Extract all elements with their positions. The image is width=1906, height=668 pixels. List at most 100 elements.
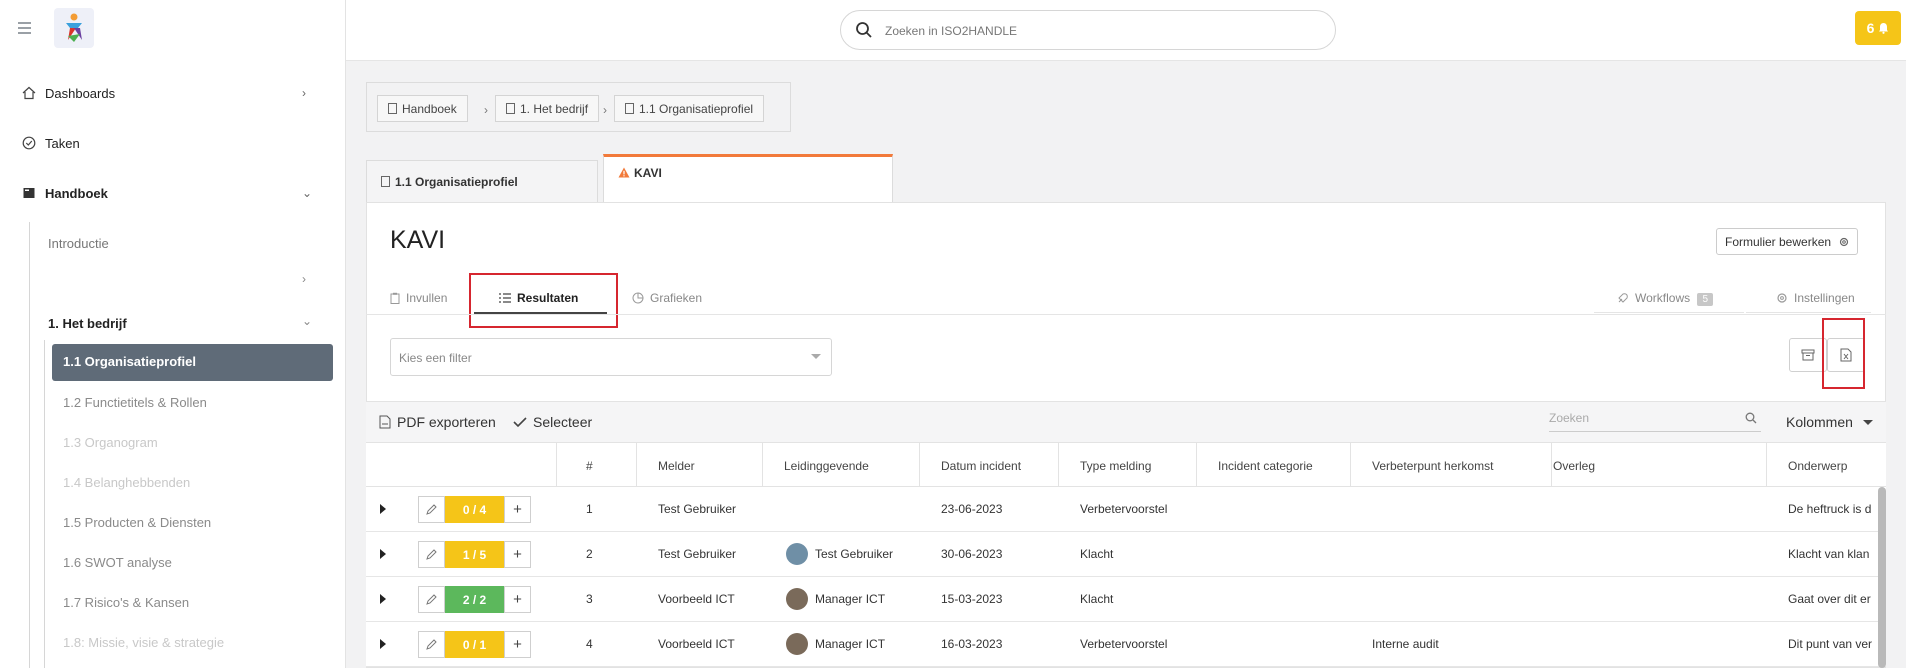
sidebar: Dashboards › Taken Handboek ⌄ Introducti… [0,0,346,668]
sidebar-subitem-belanghebbenden[interactable]: 1.4 Belanghebbenden [63,475,190,490]
column-header[interactable]: Datum incident [941,459,1021,473]
pdf-file-icon [379,415,391,429]
breadcrumb-label: 1.1 Organisatieprofiel [639,102,754,116]
check-circle-icon [22,136,36,150]
column-divider [636,443,637,487]
sidebar-item-dashboards[interactable]: Dashboards › [0,86,346,104]
pdf-export-button[interactable]: PDF exporteren [379,414,496,430]
sidebar-subitem-het-bedrijf[interactable]: 1. Het bedrijf [48,316,127,331]
expand-row-icon[interactable] [380,504,386,514]
bell-icon [1879,23,1889,34]
breadcrumb-item-het-bedrijf[interactable]: 1. Het bedrijf [495,95,600,122]
table-row[interactable]: 1 / 5 + 2 Test Gebruiker Test Gebruiker … [366,532,1886,577]
edit-button[interactable] [418,631,445,658]
tree-line [29,222,30,668]
filter-placeholder: Kies een filter [399,351,472,365]
column-header[interactable]: Leidinggevende [784,459,869,473]
add-button[interactable]: + [504,496,531,523]
button-label: Formulier bewerken [1725,235,1832,249]
table-search[interactable] [1549,404,1761,432]
notifications-button[interactable]: 6 [1855,11,1901,45]
column-header[interactable]: Onderwerp [1788,459,1847,473]
chevron-right-icon: › [484,103,488,117]
sidebar-subitem-organisatieprofiel[interactable]: 1.1 Organisatieprofiel [52,344,333,381]
column-header[interactable]: Incident categorie [1218,459,1313,473]
cell-onderwerp: Dit punt van ver [1788,637,1873,651]
workflows-count-badge: 5 [1697,293,1714,306]
search-input[interactable] [885,20,1305,42]
select-button[interactable]: Selecteer [513,414,592,430]
edit-button[interactable] [418,586,445,613]
doc-tab-organisatieprofiel[interactable]: 1.1 Organisatieprofiel [366,160,598,204]
edit-button[interactable] [418,496,445,523]
button-label: PDF exporteren [397,414,496,430]
doc-tab-label: 1.1 Organisatieprofiel [395,175,518,189]
breadcrumb-item-organisatieprofiel[interactable]: 1.1 Organisatieprofiel [614,95,765,122]
add-button[interactable]: + [504,586,531,613]
cell-type: Klacht [1080,592,1114,606]
columns-dropdown[interactable]: Kolommen [1786,414,1873,430]
button-label: Selecteer [533,414,593,430]
sidebar-item-handboek[interactable]: Handboek ⌄ [0,186,346,204]
cell-number: 4 [586,637,593,651]
sidebar-subitem-swot[interactable]: 1.6 SWOT analyse [63,555,172,570]
tab-instellingen[interactable]: Instellingen [1776,291,1855,305]
table-header: # Melder Leidinggevende Datum incident T… [366,443,1886,487]
chevron-down-icon[interactable]: ⌄ [302,314,312,328]
expand-row-icon[interactable] [380,549,386,559]
table-row[interactable]: 2 / 2 + 3 Voorbeeld ICT Manager ICT 15-0… [366,577,1886,622]
sidebar-subitem-functietitels[interactable]: 1.2 Functietitels & Rollen [63,395,207,410]
cell-datum: 23-06-2023 [941,502,1003,516]
caret-down-icon [811,354,821,359]
sidebar-subitem-producten[interactable]: 1.5 Producten & Diensten [63,515,211,530]
tab-grafieken[interactable]: Grafieken [632,291,702,305]
doc-tab-kavi[interactable]: KAVI [603,154,893,202]
column-header[interactable]: # [586,459,593,473]
column-header[interactable]: Type melding [1080,459,1151,473]
sidebar-subitem-introductie[interactable]: Introductie [48,236,109,251]
home-icon [22,86,36,100]
breadcrumb-item-handboek[interactable]: Handboek [377,95,468,122]
add-button[interactable]: + [504,541,531,568]
global-search[interactable] [840,10,1336,50]
table-row[interactable]: 0 / 4 + 1 Test Gebruiker 23-06-2023 Verb… [366,487,1886,532]
filter-select[interactable]: Kies een filter [390,338,832,376]
edit-form-button[interactable]: Formulier bewerken [1716,228,1858,255]
sidebar-subitem-risicos[interactable]: 1.7 Risico's & Kansen [63,595,189,610]
pencil-icon [426,639,437,650]
sidebar-item-taken[interactable]: Taken [0,136,346,154]
column-divider [1551,443,1552,487]
cell-type: Verbetervoorstel [1080,502,1168,516]
column-header[interactable]: Melder [658,459,695,473]
progress-badge: 0 / 4 [445,496,504,523]
tab-divider [1746,312,1871,313]
gear-icon [1840,237,1849,247]
page-icon [506,103,515,114]
tab-invullen[interactable]: Invullen [390,291,447,305]
add-button[interactable]: + [504,631,531,658]
column-divider [1058,443,1059,487]
app-logo[interactable] [54,8,94,48]
table-scrollbar[interactable] [1878,487,1886,668]
cell-melder: Voorbeeld ICT [658,637,735,651]
column-header[interactable]: Verbeterpunt herkomst [1372,459,1493,473]
column-header[interactable]: Overleg [1553,459,1595,473]
avatar [786,543,808,565]
progress-badge: 2 / 2 [445,586,504,613]
tab-workflows[interactable]: Workflows 5 [1617,291,1714,306]
table-row[interactable]: 0 / 1 + 4 Voorbeeld ICT Manager ICT 16-0… [366,622,1886,667]
sidebar-subitem-missie[interactable]: 1.8: Missie, visie & strategie [63,635,224,650]
menu-icon[interactable] [18,22,31,34]
sidebar-subitem-organogram[interactable]: 1.3 Organogram [63,435,158,450]
cell-leidinggevende: Test Gebruiker [815,547,894,561]
archive-icon [1801,349,1815,361]
expand-row-icon[interactable] [380,594,386,604]
pencil-icon [426,549,437,560]
avatar [786,588,808,610]
chevron-right-icon[interactable]: › [302,272,306,286]
edit-button[interactable] [418,541,445,568]
expand-row-icon[interactable] [380,639,386,649]
table-search-input[interactable] [1549,411,1719,425]
chevron-right-icon: › [302,86,306,100]
column-divider [556,443,557,487]
